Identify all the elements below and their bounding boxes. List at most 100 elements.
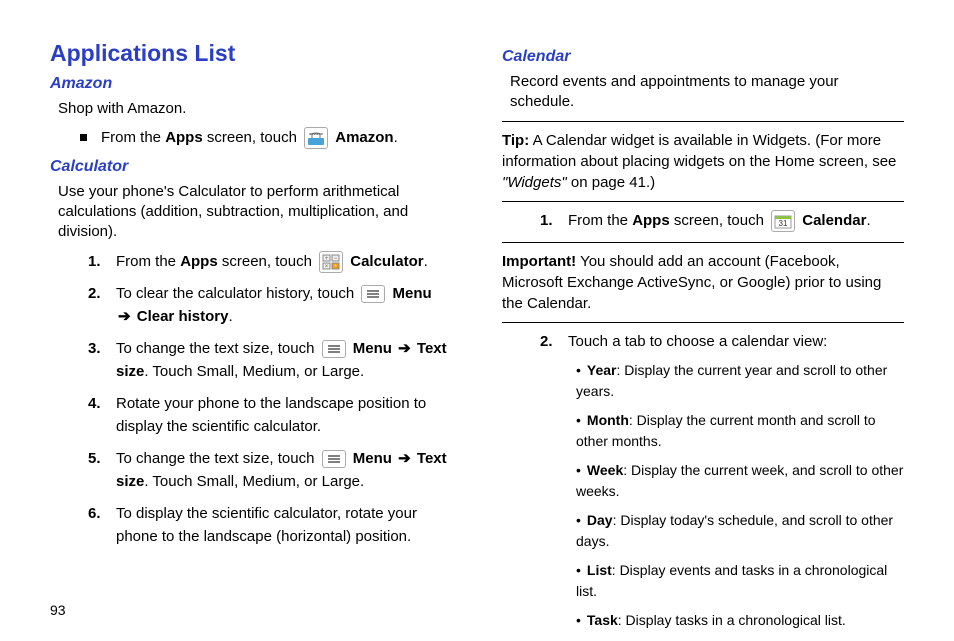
- text: From the: [568, 212, 632, 229]
- step-num: 2.: [88, 283, 101, 306]
- menu-icon: [322, 340, 346, 358]
- list-item: 5. To change the text size, touch Menu ➔…: [88, 448, 452, 493]
- label: Month: [587, 412, 629, 428]
- menu-label: Menu: [353, 340, 392, 357]
- amazon-step-text: From the Apps screen, touch amazon Amazo…: [101, 127, 398, 150]
- label: Week: [587, 462, 623, 478]
- section-heading: Applications List: [50, 40, 452, 67]
- label: Day: [587, 512, 613, 528]
- list-item: 4. Rotate your phone to the landscape po…: [88, 393, 452, 438]
- clear-history-label: Clear history: [137, 308, 229, 325]
- calendar-label: Calendar: [802, 212, 866, 229]
- bullet-task: Task: Display tasks in a chronological l…: [576, 610, 904, 631]
- arrow-icon: ➔: [398, 340, 411, 357]
- bullet-year: Year: Display the current year and scrol…: [576, 360, 904, 402]
- arrow-icon: ➔: [118, 308, 131, 325]
- calculator-label: Calculator: [350, 253, 423, 270]
- bullet-list: List: Display events and tasks in a chro…: [576, 560, 904, 602]
- page-columns: Applications List Amazon Shop with Amazo…: [50, 40, 904, 641]
- left-column: Applications List Amazon Shop with Amazo…: [50, 40, 452, 641]
- step-num: 5.: [88, 448, 101, 471]
- menu-icon: [361, 285, 385, 303]
- widgets-ref: "Widgets": [502, 174, 567, 191]
- bullet-month: Month: Display the current month and scr…: [576, 410, 904, 452]
- text: : Display tasks in a chronological list.: [618, 612, 846, 628]
- svg-text:31: 31: [779, 219, 788, 228]
- text: A Calendar widget is available in Widget…: [502, 132, 896, 170]
- calendar-step2: 2. Touch a tab to choose a calendar view…: [540, 331, 904, 631]
- calculator-desc: Use your phone's Calculator to perform a…: [58, 182, 452, 243]
- text: on page 41.): [567, 174, 655, 191]
- text: To clear the calculator history, touch: [116, 285, 358, 302]
- amazon-desc: Shop with Amazon.: [58, 99, 452, 119]
- divider: [502, 322, 904, 323]
- calendar-desc: Record events and appointments to manage…: [510, 72, 904, 113]
- step-num: 4.: [88, 393, 101, 416]
- text: .: [228, 308, 232, 325]
- text: To display the scientific calculator, ro…: [116, 505, 417, 545]
- square-bullet-icon: [80, 134, 87, 141]
- calculator-icon: +−×÷: [319, 251, 343, 273]
- label: Task: [587, 612, 618, 628]
- svg-text:−: −: [334, 256, 338, 262]
- list-item: 1. From the Apps screen, touch 31 Calend…: [540, 210, 904, 233]
- text: To change the text size, touch: [116, 340, 319, 357]
- text: .: [424, 253, 428, 270]
- svg-text:amazon: amazon: [309, 131, 323, 136]
- amazon-icon: amazon: [304, 127, 328, 149]
- tip-label: Tip:: [502, 132, 529, 149]
- text: screen, touch: [218, 253, 316, 270]
- calculator-heading: Calculator: [50, 158, 452, 176]
- step-num: 3.: [88, 338, 101, 361]
- menu-label: Menu: [393, 285, 432, 302]
- bullet-week: Week: Display the current week, and scro…: [576, 460, 904, 502]
- text: Rotate your phone to the landscape posit…: [116, 395, 426, 435]
- amazon-heading: Amazon: [50, 75, 452, 93]
- list-item: 1. From the Apps screen, touch +−×÷ Calc…: [88, 251, 452, 274]
- step-num: 1.: [88, 251, 101, 274]
- list-item: 6. To display the scientific calculator,…: [88, 503, 452, 548]
- divider: [502, 242, 904, 243]
- divider: [502, 201, 904, 202]
- list-item: 3. To change the text size, touch Menu ➔…: [88, 338, 452, 383]
- calendar-heading: Calendar: [502, 48, 904, 66]
- svg-text:+: +: [325, 256, 329, 262]
- text: : Display the current week, and scroll t…: [576, 462, 903, 499]
- text: From the: [101, 129, 165, 146]
- text: .: [394, 129, 398, 146]
- list-item: 2. Touch a tab to choose a calendar view…: [540, 331, 904, 631]
- apps-label: Apps: [180, 253, 218, 270]
- step-num: 2.: [540, 331, 553, 354]
- text: From the: [116, 253, 180, 270]
- svg-text:×: ×: [325, 264, 329, 270]
- label: Year: [587, 362, 617, 378]
- text: screen, touch: [203, 129, 301, 146]
- text: . Touch Small, Medium, or Large.: [144, 473, 364, 490]
- step-num: 6.: [88, 503, 101, 526]
- view-bullets: Year: Display the current year and scrol…: [576, 360, 904, 631]
- calculator-steps: 1. From the Apps screen, touch +−×÷ Calc…: [88, 251, 452, 549]
- text: . Touch Small, Medium, or Large.: [144, 363, 364, 380]
- divider: [502, 121, 904, 122]
- apps-label: Apps: [165, 129, 203, 146]
- menu-icon: [322, 450, 346, 468]
- list-item: 2. To clear the calculator history, touc…: [88, 283, 452, 328]
- important-box: Important! You should add an account (Fa…: [502, 251, 904, 314]
- amazon-step: From the Apps screen, touch amazon Amazo…: [80, 127, 452, 150]
- text: : Display the current year and scroll to…: [576, 362, 887, 399]
- important-label: Important!: [502, 253, 576, 270]
- text: : Display today's schedule, and scroll t…: [576, 512, 893, 549]
- calendar-step1: 1. From the Apps screen, touch 31 Calend…: [540, 210, 904, 233]
- amazon-label: Amazon: [335, 129, 393, 146]
- arrow-icon: ➔: [398, 450, 411, 467]
- right-column: Calendar Record events and appointments …: [502, 40, 904, 641]
- text: : Display events and tasks in a chronolo…: [576, 562, 887, 599]
- bullet-day: Day: Display today's schedule, and scrol…: [576, 510, 904, 552]
- text: .: [866, 212, 870, 229]
- label: List: [587, 562, 612, 578]
- text: screen, touch: [670, 212, 768, 229]
- tip-box: Tip: A Calendar widget is available in W…: [502, 130, 904, 193]
- apps-label: Apps: [632, 212, 670, 229]
- step-num: 1.: [540, 210, 553, 233]
- text: To change the text size, touch: [116, 450, 319, 467]
